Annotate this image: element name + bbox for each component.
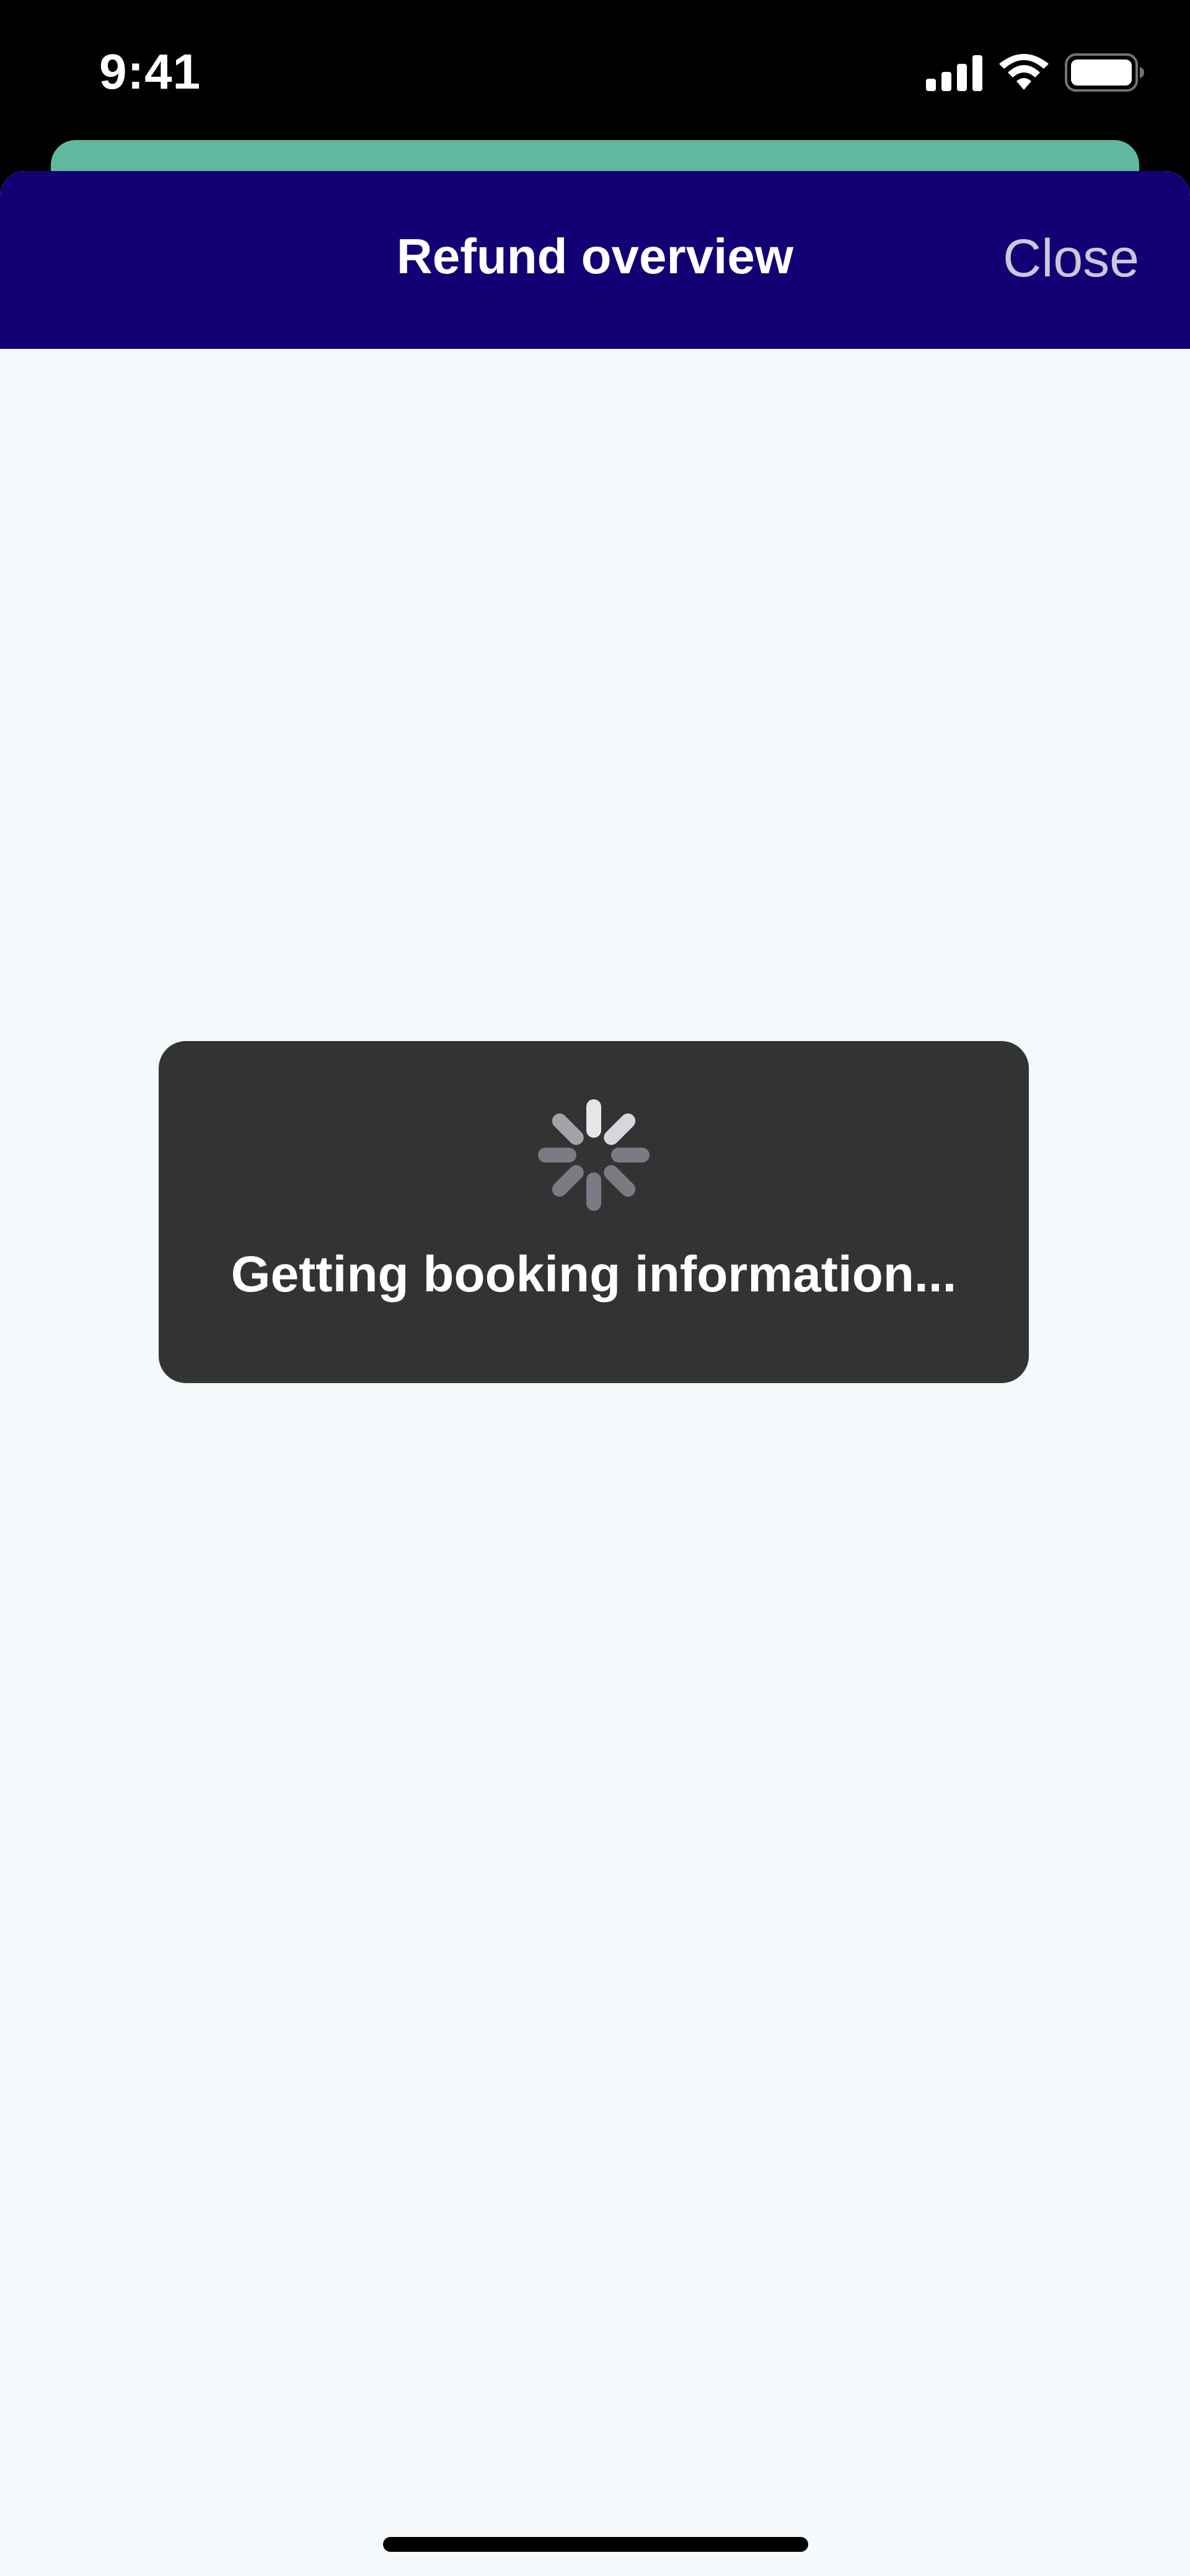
status-bar: 9:41	[0, 0, 1190, 143]
wifi-icon	[999, 53, 1049, 94]
battery-icon	[1065, 53, 1145, 95]
app-screen: 9:41 Refund overview Close Getting booki…	[0, 0, 1190, 2576]
home-indicator[interactable]	[383, 2537, 808, 2552]
activity-spinner-icon	[538, 1099, 650, 1211]
close-button[interactable]: Close	[1003, 228, 1139, 289]
refund-overview-sheet: Refund overview Close Getting booking in…	[0, 171, 1190, 2576]
status-icons	[926, 52, 1145, 95]
status-time: 9:41	[99, 44, 201, 99]
loading-message: Getting booking information...	[231, 1246, 957, 1303]
navigation-bar: Refund overview Close	[0, 171, 1190, 349]
cellular-signal-icon	[926, 54, 983, 94]
loading-hud: Getting booking information...	[159, 1041, 1029, 1383]
